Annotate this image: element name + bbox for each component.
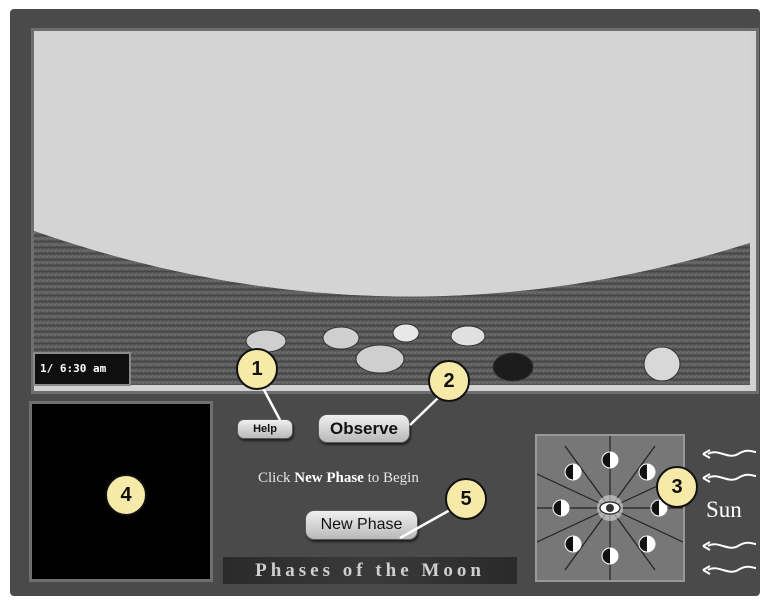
instruction-bold: New Phase	[294, 470, 364, 486]
callout-1: 1	[236, 348, 278, 390]
sun-label: Sun	[706, 497, 742, 522]
instruction-suffix: to Begin	[363, 470, 419, 486]
eye-icon	[597, 495, 623, 521]
app-title: Phases of the Moon	[223, 557, 517, 584]
time-readout: 1/ 6:30 am	[33, 352, 131, 386]
orbit-diagram[interactable]	[535, 434, 685, 582]
instruction-prefix: Click	[258, 470, 295, 486]
callout-3: 3	[656, 466, 698, 508]
callout-2: 2	[428, 360, 470, 402]
callout-4: 4	[105, 474, 147, 516]
observe-button[interactable]: Observe	[318, 414, 410, 443]
sky-viewport	[31, 28, 759, 394]
new-phase-button[interactable]: New Phase	[305, 510, 418, 540]
instruction-text: Click New Phase to Begin	[258, 470, 419, 487]
callout-5: 5	[445, 478, 487, 520]
help-button[interactable]: Help	[237, 419, 293, 439]
